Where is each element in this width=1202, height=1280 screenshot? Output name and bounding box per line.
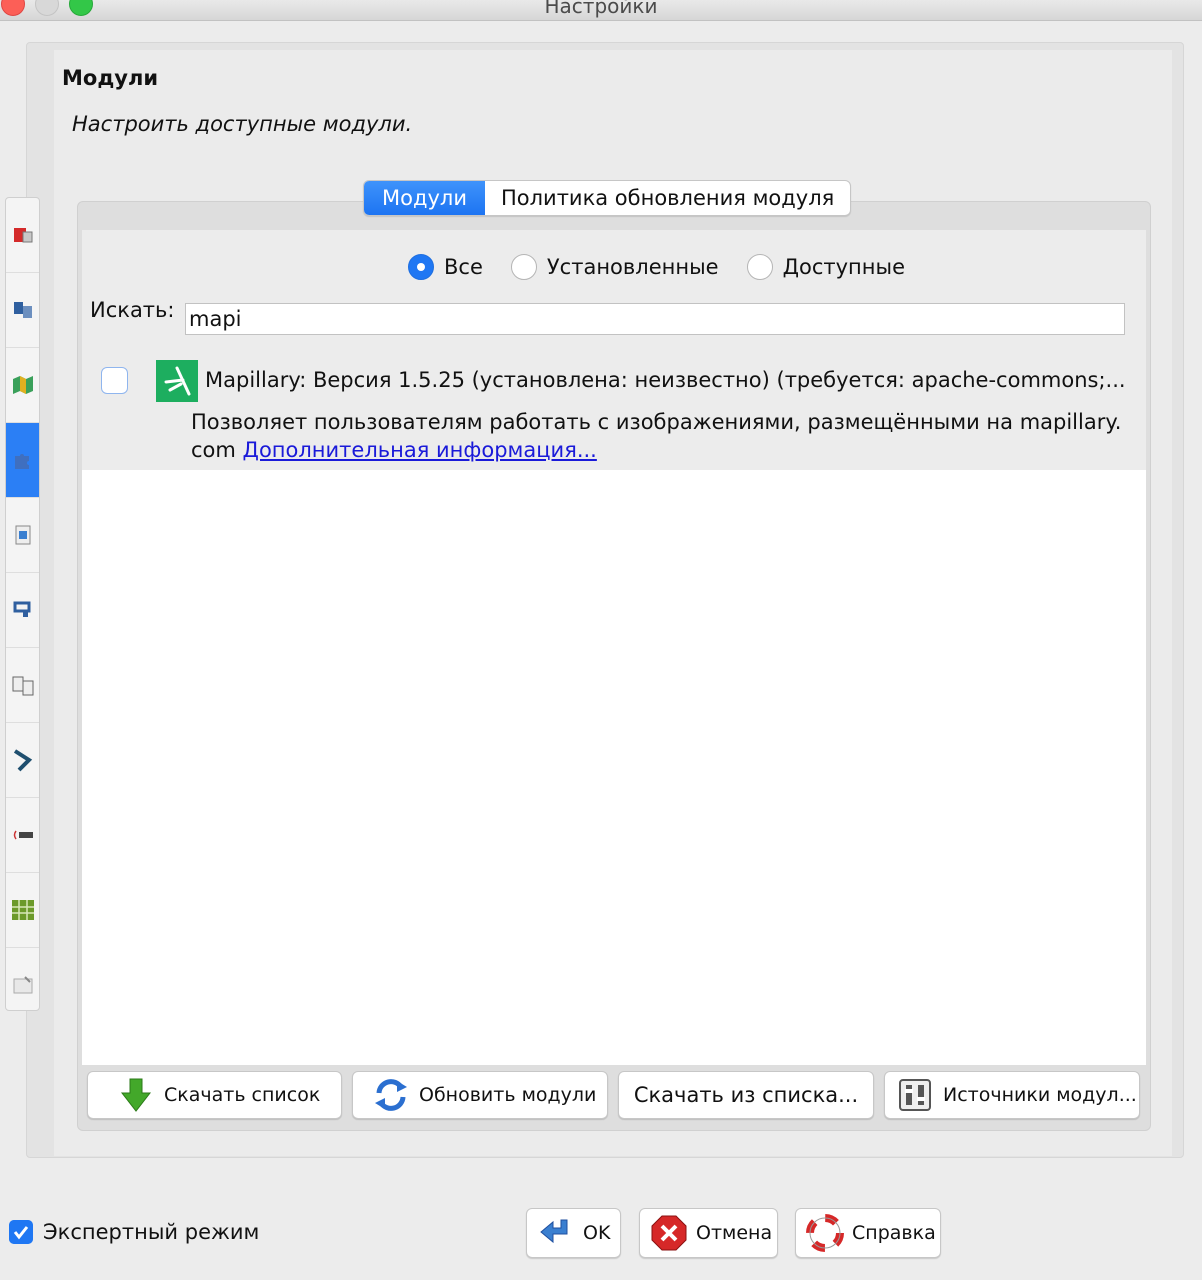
page-subtitle: Настроить доступные модули.	[72, 112, 413, 136]
shortcuts-icon	[12, 676, 33, 696]
checkmark-icon	[9, 1220, 33, 1244]
update-plugins-button[interactable]: Обновить модули	[352, 1071, 608, 1119]
sidebar-item-shortcuts[interactable]	[6, 648, 39, 723]
filter-radio-group: Все Установленные Доступные	[408, 254, 933, 280]
audio-icon	[13, 830, 33, 840]
download-list-button[interactable]: Скачать список	[87, 1071, 342, 1119]
plugin-checkbox[interactable]	[101, 367, 128, 394]
sidebar-item-presets[interactable]	[6, 873, 39, 948]
sidebar-item-validator[interactable]	[6, 723, 39, 798]
plugin-title: Mapillary: Версия 1.5.25 (установлена: н…	[205, 368, 1126, 392]
map-settings-icon	[12, 376, 33, 394]
ok-label: OK	[583, 1222, 611, 1244]
advanced-preferences-icon	[13, 976, 32, 994]
search-input[interactable]	[185, 303, 1125, 335]
cancel-stop-icon	[651, 1215, 687, 1251]
download-arrow-icon	[120, 1078, 152, 1112]
plugin-puzzle-icon	[14, 454, 29, 469]
sources-settings-icon	[899, 1079, 931, 1111]
radio-installed-label: Установленные	[546, 255, 719, 279]
cancel-button[interactable]: Отмена	[639, 1208, 778, 1258]
radio-all-label: Все	[444, 255, 483, 279]
expert-mode-label: Экспертный режим	[43, 1220, 260, 1244]
sidebar-item-projection[interactable]	[6, 498, 39, 573]
refresh-icon	[375, 1079, 407, 1111]
remote-control-icon	[13, 601, 30, 617]
tab-plugins[interactable]: Модули	[364, 181, 485, 215]
tab-update-policy[interactable]: Политика обновления модуля	[485, 181, 850, 215]
update-plugins-label: Обновить модули	[419, 1084, 597, 1106]
ok-arrow-icon	[540, 1219, 568, 1244]
plugin-more-info-link[interactable]: Дополнительная информация...	[243, 438, 597, 462]
help-button[interactable]: Справка	[795, 1208, 941, 1258]
sidebar-item-advanced[interactable]	[6, 948, 39, 1010]
mapillary-logo-icon	[156, 360, 198, 402]
plugin-sources-label: Источники модул...	[943, 1084, 1137, 1106]
sidebar-item-connection[interactable]	[6, 273, 39, 348]
radio-available-label: Доступные	[782, 255, 905, 279]
cancel-label: Отмена	[696, 1222, 773, 1244]
tab-bar: Модули Политика обновления модуля	[363, 180, 852, 216]
radio-available[interactable]	[746, 254, 773, 280]
display-settings-icon	[13, 228, 32, 243]
ok-button[interactable]: OK	[526, 1208, 621, 1258]
page-title: Модули	[62, 66, 159, 90]
title-bar: Настройки	[0, 0, 1202, 21]
validator-icon	[13, 749, 32, 772]
sidebar-item-display[interactable]	[6, 198, 39, 273]
download-from-list-button[interactable]: Скачать из списка...	[618, 1071, 874, 1119]
projection-icon	[15, 525, 30, 545]
plugin-description: Позволяет пользователям работать с изобр…	[191, 408, 1141, 464]
lifebuoy-help-icon	[806, 1214, 844, 1252]
expert-mode-checkbox[interactable]: Экспертный режим	[9, 1220, 259, 1244]
help-label: Справка	[852, 1222, 936, 1244]
window-title: Настройки	[544, 0, 658, 18]
sidebar-item-audio[interactable]	[6, 798, 39, 873]
download-list-label: Скачать список	[164, 1084, 321, 1106]
plugin-sources-button[interactable]: Источники модул...	[884, 1071, 1140, 1119]
search-label: Искать:	[90, 298, 175, 322]
sidebar-item-map[interactable]	[6, 348, 39, 423]
download-from-list-label: Скачать из списка...	[633, 1083, 859, 1107]
radio-installed[interactable]	[510, 254, 537, 280]
radio-all[interactable]	[408, 254, 434, 280]
preferences-sidebar	[5, 197, 40, 1011]
tagging-presets-icon	[11, 900, 34, 920]
connection-settings-icon	[13, 302, 32, 318]
sidebar-item-remote-control[interactable]	[6, 573, 39, 648]
sidebar-item-plugins[interactable]	[6, 423, 39, 498]
